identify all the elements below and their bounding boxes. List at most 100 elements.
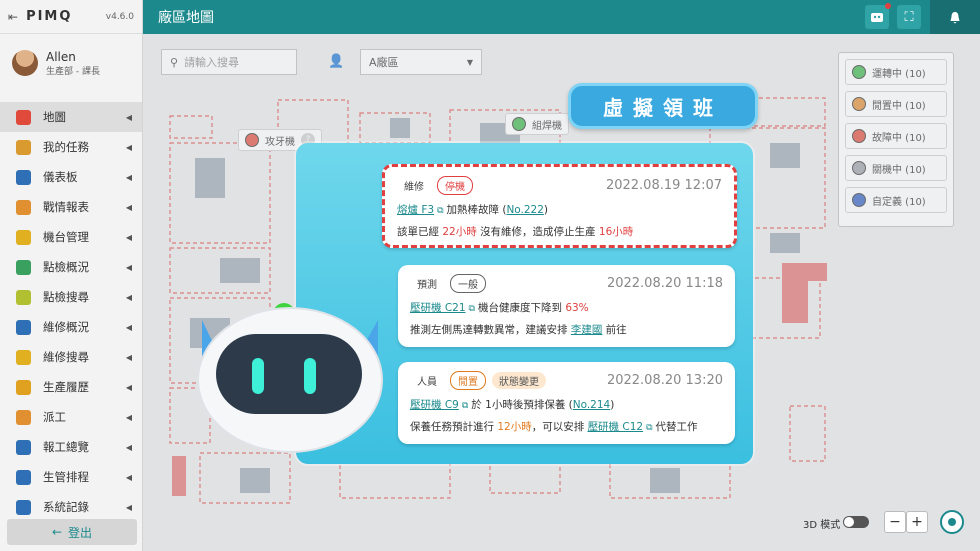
- calendar-icon: [16, 469, 31, 485]
- 3d-mode-toggle[interactable]: [843, 516, 869, 528]
- external-link-icon[interactable]: ⧉: [437, 206, 443, 216]
- machine-link[interactable]: 壓研機 C21: [410, 302, 466, 314]
- machine-link[interactable]: 壓研機 C12: [588, 421, 644, 433]
- logout-label: 登出: [68, 525, 93, 540]
- clock-icon: [16, 499, 31, 515]
- user-profile[interactable]: Allen 生產部 - 課長: [0, 34, 142, 92]
- search-check-icon: [16, 289, 31, 305]
- person-link[interactable]: 李建國: [571, 324, 603, 336]
- card-text: 機台健康度下降到: [477, 302, 566, 314]
- caret-left-icon: ◀: [125, 412, 132, 422]
- duration-value: 16小時: [598, 226, 634, 238]
- user-name: Allen: [46, 49, 76, 64]
- fullscreen-button[interactable]: ⛶: [897, 5, 921, 29]
- sidebar-item[interactable]: 維修搜尋 ◀: [0, 342, 142, 372]
- dashboard-icon: [16, 169, 31, 185]
- machine-link[interactable]: 熔爐 F3: [397, 204, 434, 216]
- robot-button[interactable]: [865, 3, 891, 29]
- caret-left-icon: ◀: [125, 232, 132, 242]
- tag-stop: 停機: [437, 175, 473, 195]
- card-text-end: ): [610, 399, 615, 411]
- tag-category: 維修: [404, 181, 424, 193]
- target-icon: [948, 518, 956, 526]
- logout-button[interactable]: ← 登出: [7, 519, 137, 545]
- card-time: 2022.08.19 12:07: [605, 177, 722, 193]
- sidebar-item[interactable]: 維修概況 ◀: [0, 312, 142, 342]
- card-time: 2022.08.20 11:18: [606, 275, 723, 291]
- card-text-end: ): [543, 204, 549, 216]
- sidebar-item[interactable]: 生管排程 ◀: [0, 462, 142, 492]
- history-icon: [16, 379, 31, 395]
- machine-link[interactable]: 壓研機 C9: [410, 399, 459, 411]
- sidebar-item-label: 報工總覽: [43, 440, 89, 454]
- card-text: 代替工作: [655, 421, 698, 433]
- caret-left-icon: ◀: [125, 502, 132, 512]
- sidebar-item[interactable]: 點檢搜尋 ◀: [0, 282, 142, 312]
- sidebar-item[interactable]: 系統記錄 ◀: [0, 492, 142, 522]
- external-link-icon[interactable]: ⧉: [469, 304, 475, 314]
- caret-left-icon: ◀: [125, 262, 132, 272]
- locate-button[interactable]: [940, 510, 964, 534]
- sidebar-item[interactable]: 生產履歷 ◀: [0, 372, 142, 402]
- caret-left-icon: ◀: [125, 112, 132, 122]
- sidebar-item[interactable]: 派工 ◀: [0, 402, 142, 432]
- app-logo: PIMQ: [26, 9, 73, 24]
- card-text: 保養任務預計進行: [410, 421, 498, 433]
- dispatch-icon: [16, 409, 31, 425]
- top-bar: 廠區地圖 ⛶: [143, 0, 980, 34]
- sidebar-item-label: 生產履歷: [43, 380, 89, 394]
- sidebar-item-label: 派工: [43, 410, 66, 424]
- overview-icon: [16, 439, 31, 455]
- sidebar-header: ⇤ PIMQ v4.6.0: [0, 0, 142, 34]
- sidebar-item[interactable]: 機台管理 ◀: [0, 222, 142, 252]
- caret-left-icon: ◀: [125, 322, 132, 332]
- wrench-icon: [16, 319, 31, 335]
- alert-card-personnel[interactable]: 人員 閒置 狀態變更 2022.08.20 13:20 壓研機 C9 ⧉ 於 1小時…: [398, 362, 735, 444]
- sidebar-item[interactable]: 地圖 ◀: [0, 102, 142, 132]
- card-text: ，可以安排: [531, 421, 588, 433]
- ticket-link[interactable]: No.222: [506, 204, 543, 216]
- user-icon: [16, 139, 31, 155]
- toggle-knob: [844, 517, 854, 527]
- arrow-left-icon: ←: [51, 525, 63, 539]
- sidebar-item-label: 維修概況: [43, 320, 89, 334]
- card-text: 沒有維修，造成停止生產: [476, 226, 599, 238]
- sidebar-item-label: 點檢搜尋: [43, 290, 89, 304]
- caret-left-icon: ◀: [125, 202, 132, 212]
- sidebar: ⇤ PIMQ v4.6.0 Allen 生產部 - 課長 地圖 ◀ 我的任務 ◀ 儀表板…: [0, 0, 143, 551]
- card-text: 加熱棒故障 (: [446, 204, 507, 216]
- sidebar-item[interactable]: 報工總覽 ◀: [0, 432, 142, 462]
- check-icon: [16, 259, 31, 275]
- sidebar-item-label: 生管排程: [43, 470, 89, 484]
- ticket-link[interactable]: No.214: [573, 399, 610, 411]
- card-text: 該單已經: [397, 226, 443, 238]
- caret-left-icon: ◀: [125, 172, 132, 182]
- caret-left-icon: ◀: [125, 292, 132, 302]
- sidebar-item-label: 點檢概況: [43, 260, 89, 274]
- report-icon: [16, 199, 31, 215]
- caret-left-icon: ◀: [125, 352, 132, 362]
- caret-left-icon: ◀: [125, 442, 132, 452]
- health-value: 63%: [565, 302, 589, 314]
- sidebar-item[interactable]: 戰情報表 ◀: [0, 192, 142, 222]
- avatar: [12, 50, 38, 76]
- user-role: 生產部 - 課長: [46, 66, 100, 77]
- fullscreen-icon: ⛶: [904, 9, 914, 25]
- sidebar-item[interactable]: 點檢概況 ◀: [0, 252, 142, 282]
- collapse-menu-icon[interactable]: ⇤: [8, 10, 18, 24]
- external-link-icon[interactable]: ⧉: [462, 401, 468, 411]
- notification-button[interactable]: [930, 0, 980, 34]
- robot-icon: [871, 13, 883, 22]
- virtual-leader-title: 虛擬領班: [568, 83, 758, 129]
- tag-idle: 閒置: [450, 370, 486, 390]
- sidebar-item-label: 地圖: [43, 110, 66, 124]
- external-link-icon[interactable]: ⧉: [646, 423, 652, 433]
- map-pin-icon: [16, 109, 31, 125]
- sidebar-item[interactable]: 我的任務 ◀: [0, 132, 142, 162]
- alert-card-maintenance[interactable]: 維修 停機 2022.08.19 12:07 熔爐 F3 ⧉ 加熱棒故障 (No.2…: [382, 164, 737, 248]
- card-text: 推測左側馬達轉數異常，建議安排: [410, 324, 571, 336]
- sidebar-item[interactable]: 儀表板 ◀: [0, 162, 142, 192]
- zoom-out-button[interactable]: −: [884, 511, 906, 533]
- alert-card-prediction[interactable]: 預測 一般 2022.08.20 11:18 壓研機 C21 ⧉ 機台健康度下降到 …: [398, 265, 735, 347]
- zoom-in-button[interactable]: +: [906, 511, 928, 533]
